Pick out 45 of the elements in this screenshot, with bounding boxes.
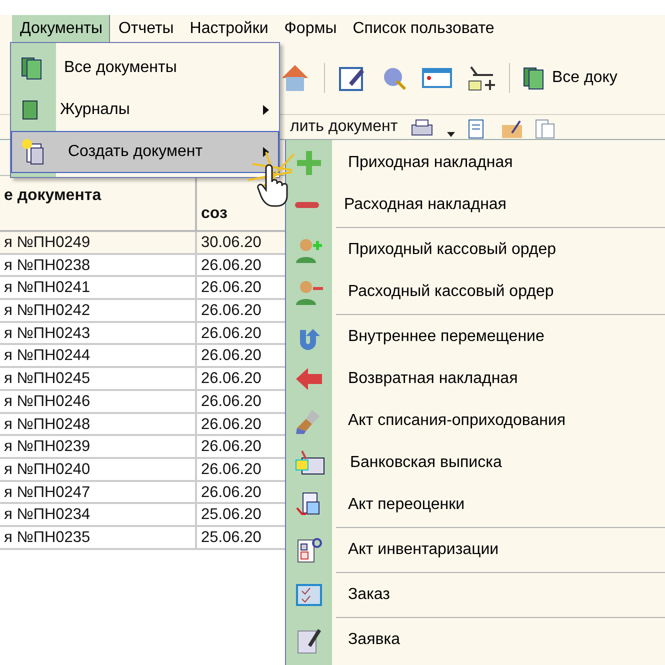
menu-item[interactable]: Заявка — [286, 619, 665, 661]
menu-item[interactable]: Акт списания-оприходования — [286, 400, 665, 442]
book-icon — [20, 98, 40, 122]
menu-item[interactable]: Расходный кассовый ордер — [286, 271, 665, 313]
column-header: е документа — [0, 176, 197, 232]
menu-item[interactable]: Приходная накладная — [286, 142, 665, 184]
table-cell: я №ПН0249 — [0, 232, 197, 255]
menu-item[interactable]: Акт переоценки — [286, 484, 665, 526]
pages-icon — [534, 119, 556, 139]
menu-item[interactable]: Расходная накладная — [286, 184, 665, 226]
menu-item[interactable]: Возвратная накладная — [286, 358, 665, 400]
menu-item[interactable]: Настройки — [182, 15, 276, 42]
table-cell: я №ПН0248 — [0, 414, 197, 436]
menu-item[interactable]: Формы — [276, 15, 345, 42]
table-cell: я №ПН0243 — [0, 322, 197, 346]
menu-item[interactable]: Документы — [12, 15, 110, 42]
table-cell: я №ПН0241 — [0, 277, 197, 300]
books-icon — [522, 65, 546, 91]
menu-item[interactable]: Акт инвентаризации — [286, 529, 665, 571]
toolbar-button[interactable]: Все доку — [522, 65, 618, 91]
menu-item[interactable]: Отчеты — [110, 15, 182, 42]
menu-item[interactable]: Список пользовате — [344, 15, 502, 42]
table-cell: 30.06.20 — [197, 232, 287, 255]
minus-icon — [294, 201, 320, 209]
table-cell: я №ПН0238 — [0, 254, 197, 278]
menu-item[interactable]: Журналы — [11, 89, 279, 131]
table-cell: я №ПН0242 — [0, 300, 197, 323]
table-cell: я №ПН0235 — [0, 526, 197, 550]
table-cell: я №ПН0239 — [0, 436, 197, 459]
menu-item[interactable]: Заказ — [286, 574, 665, 616]
plus-icon — [294, 148, 324, 178]
table-cell: я №ПН0240 — [0, 458, 197, 482]
table-cell: я №ПН0246 — [0, 390, 197, 414]
books-icon — [20, 55, 44, 81]
folder-pencil-icon — [500, 119, 524, 139]
menu-item[interactable]: Приходный кассовый ордер — [286, 229, 665, 271]
table-cell: я №ПН0247 — [0, 482, 197, 504]
table-cell: я №ПН0234 — [0, 504, 197, 527]
table-cell: я №ПН0245 — [0, 368, 197, 391]
toolbar-text: лить документ — [290, 117, 398, 137]
table-cell: я №ПН0244 — [0, 345, 197, 368]
menu-item[interactable]: Банковская выписка — [286, 442, 665, 484]
menu-item[interactable]: Создать документ — [11, 131, 279, 173]
menu-item[interactable]: Внутреннее перемещение — [286, 316, 665, 358]
menu-item[interactable]: Все документы — [11, 47, 279, 89]
